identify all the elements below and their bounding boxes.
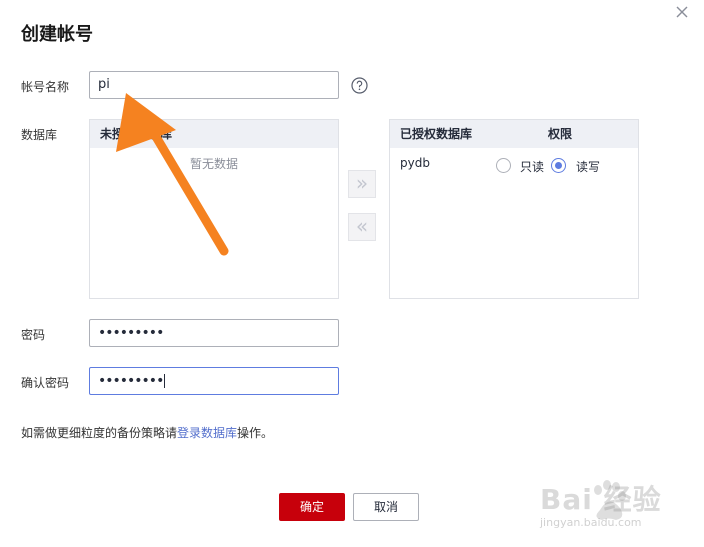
watermark-text: Bai 经验 xyxy=(540,483,662,516)
chevrons-left-icon: « xyxy=(355,214,369,238)
hint-prefix: 如需做更细粒度的备份策略请 xyxy=(21,426,178,440)
dialog-title: 创建帐号 xyxy=(21,24,93,45)
account-name-value: pi xyxy=(98,77,110,92)
readwrite-radio[interactable] xyxy=(551,158,566,173)
readonly-label[interactable]: 只读 xyxy=(520,158,544,175)
table-row: pydb 只读 读写 xyxy=(390,148,638,182)
authorized-db-title: 已授权数据库 xyxy=(400,127,473,141)
move-right-button[interactable]: » xyxy=(348,170,376,198)
text-caret xyxy=(164,374,166,388)
confirm-button[interactable]: 确定 xyxy=(279,493,345,521)
hint-suffix: 操作。 xyxy=(237,426,274,440)
confirm-password-value: ••••••••• xyxy=(98,373,164,389)
confirm-password-label: 确认密码 xyxy=(21,376,70,390)
account-name-input[interactable]: pi xyxy=(89,71,339,99)
password-input[interactable]: ••••••••• xyxy=(89,319,339,347)
backup-hint: 如需做更细粒度的备份策略请登录数据库操作。 xyxy=(21,424,273,441)
account-name-label: 帐号名称 xyxy=(21,80,70,94)
readwrite-label[interactable]: 读写 xyxy=(576,158,600,175)
db-name: pydb xyxy=(400,156,430,170)
confirm-password-input[interactable]: ••••••••• xyxy=(89,367,339,395)
chevrons-right-icon: » xyxy=(355,171,369,195)
login-database-link[interactable]: 登录数据库 xyxy=(177,426,237,440)
help-icon[interactable] xyxy=(351,77,368,94)
move-left-button[interactable]: « xyxy=(348,213,376,241)
cancel-button[interactable]: 取消 xyxy=(353,493,419,521)
readonly-radio[interactable] xyxy=(496,158,511,173)
password-label: 密码 xyxy=(21,328,46,342)
unauthorized-db-header: 未授权数据库 xyxy=(90,120,338,148)
close-icon[interactable] xyxy=(674,4,690,20)
database-label: 数据库 xyxy=(21,128,58,142)
unauthorized-db-panel: 未授权数据库 暂无数据 xyxy=(89,119,339,299)
authorized-db-header: 已授权数据库 权限 xyxy=(390,120,638,148)
authorized-db-panel: 已授权数据库 权限 pydb 只读 读写 xyxy=(389,119,639,299)
permission-header: 权限 xyxy=(548,127,573,141)
empty-text: 暂无数据 xyxy=(189,157,238,171)
password-value: ••••••••• xyxy=(98,325,164,341)
watermark-url: jingyan.baidu.com xyxy=(540,516,642,529)
